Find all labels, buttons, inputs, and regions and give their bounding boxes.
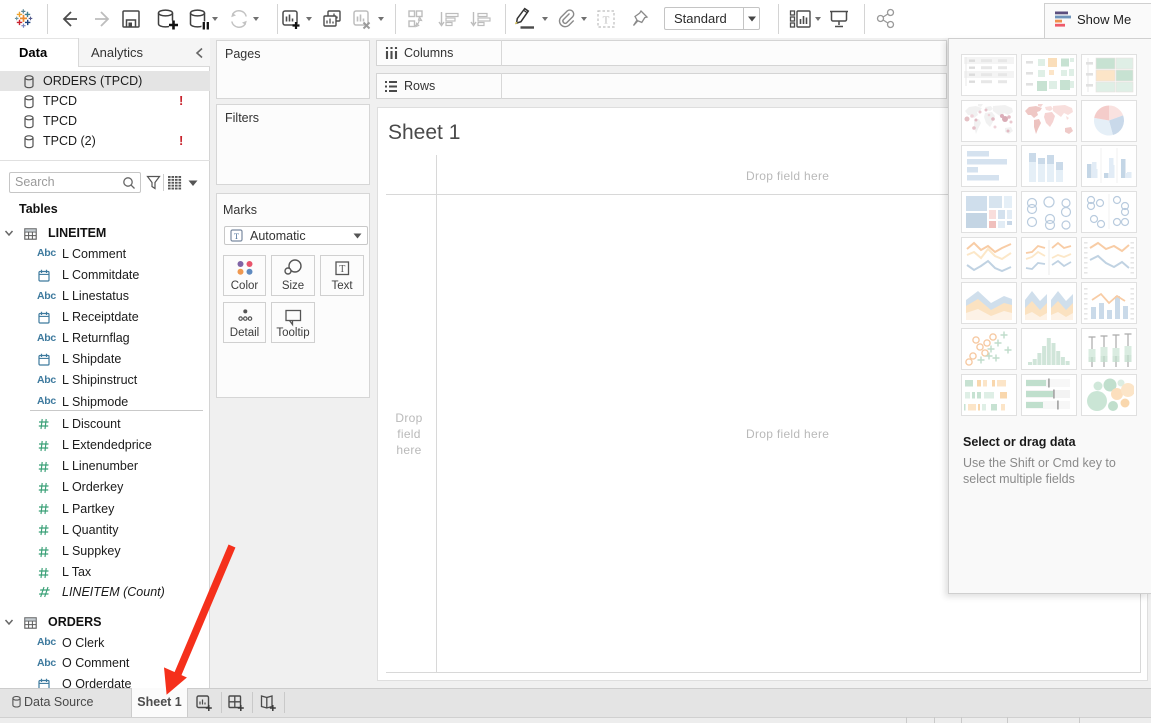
svg-text:T: T: [603, 15, 610, 27]
svg-text:T: T: [234, 231, 240, 241]
svg-text:T: T: [339, 264, 345, 275]
